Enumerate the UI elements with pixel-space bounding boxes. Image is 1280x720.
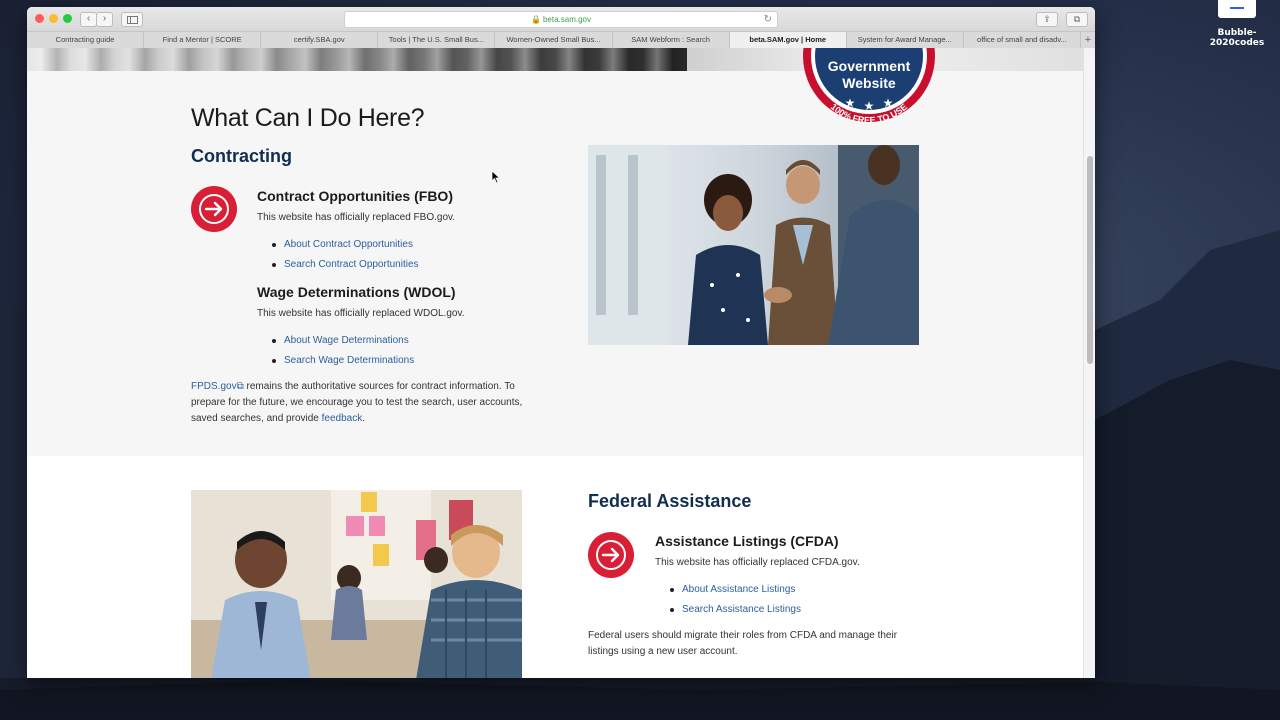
browser-window: ‹ › 🔒 beta.sam.gov ↻ ⇪ ⧉ Contracting guid… [27,7,1095,678]
about-assistance-listings-link[interactable]: About Assistance Listings [670,580,801,600]
wage-determinations-desc: This website has officially replaced WDO… [257,308,465,319]
assistance-photo [191,490,522,678]
note-end: . [362,413,366,424]
tab-women-owned[interactable]: Women-Owned Small Bus... [495,32,613,48]
note-text-1: remains the authoritative sources for co… [243,381,515,392]
about-contract-opportunities-link[interactable]: About Contract Opportunities [272,235,419,255]
reload-icon[interactable]: ↻ [764,12,772,27]
address-bar[interactable]: 🔒 beta.sam.gov ↻ [344,11,778,28]
scrollbar-thumb[interactable] [1087,156,1093,364]
page-scrollbar[interactable] [1083,48,1095,678]
tab-sam-webform[interactable]: SAM Webform : Search [613,32,730,48]
tab-contracting-guide[interactable]: Contracting guide [27,32,145,48]
page-title: What Can I Do Here? [191,104,425,132]
tab-office-small[interactable]: office of small and disadv... [964,32,1081,48]
sidebar-toggle-icon[interactable] [121,12,143,27]
search-contract-opportunities-link[interactable]: Search Contract Opportunities [272,255,419,275]
contracting-note: FPDS.gov⧉ remains the authoritative sour… [191,379,531,427]
share-icon[interactable]: ⇪ [1036,12,1058,27]
assistance-note-2: listings using a new user account. [588,646,738,657]
back-button[interactable]: ‹ [80,12,97,27]
star-icon: ★ [845,96,856,110]
star-icon: ★ [864,99,875,113]
external-link-icon: ⧉ [236,381,244,392]
fpds-link[interactable]: FPDS.gov [191,381,237,392]
wage-determinations-links: About Wage Determinations Search Wage De… [272,331,414,370]
badge-line-2: Website [842,75,896,91]
assistance-listings-desc: This website has officially replaced CFD… [655,557,860,568]
tab-system-award[interactable]: System for Award Manage... [847,32,964,48]
desktop-file-label: Bubble-2020codes [1209,28,1265,48]
search-wage-determinations-link[interactable]: Search Wage Determinations [272,351,414,371]
about-wage-determinations-link[interactable]: About Wage Determinations [272,331,414,351]
web-page: Government Website ★ ★ ★ 100% FREE TO US… [27,48,1083,678]
zoom-window-button[interactable] [63,14,72,23]
note-text-2: prepare for the future, we encourage you… [191,397,523,408]
tab-bar: Contracting guide Find a Mentor | SCORE … [27,32,1095,49]
assistance-listings-links: About Assistance Listings Search Assista… [670,580,801,619]
contracting-heading: Contracting [191,146,292,166]
badge-line-1: Government [828,58,911,74]
browser-toolbar: ‹ › 🔒 beta.sam.gov ↻ ⇪ ⧉ [27,7,1095,32]
mouse-cursor-icon [491,170,501,184]
tab-beta-sam-home[interactable]: beta.SAM.gov | Home [729,32,847,48]
contracting-section [27,71,1083,456]
contracting-photo [588,145,919,345]
assistance-listings-title: Assistance Listings (CFDA) [655,533,839,549]
tab-find-mentor[interactable]: Find a Mentor | SCORE [144,32,262,48]
show-tabs-icon[interactable]: ⧉ [1066,12,1088,27]
wage-determinations-title: Wage Determinations (WDOL) [257,284,456,300]
contract-opportunities-links: About Contract Opportunities Search Cont… [272,235,419,274]
forward-button[interactable]: › [96,12,113,27]
address-url: beta.sam.gov [542,15,591,24]
close-window-button[interactable] [35,14,44,23]
note-text-3: saved searches, and provide [191,413,322,424]
assistance-listings-arrow-icon [588,532,634,578]
federal-assistance-heading: Federal Assistance [588,491,752,511]
assistance-note-1: Federal users should migrate their roles… [588,630,898,641]
contract-opportunities-desc: This website has officially replaced FBO… [257,212,456,223]
assistance-note: Federal users should migrate their roles… [588,628,928,660]
star-icon: ★ [883,96,894,110]
search-assistance-listings-link[interactable]: Search Assistance Listings [670,600,801,620]
document-icon [1218,0,1256,18]
feedback-link[interactable]: feedback [322,413,363,424]
tab-certify-sba[interactable]: certify.SBA.gov [261,32,379,48]
lock-icon: 🔒 [531,15,541,24]
desktop-file-icon[interactable]: Bubble-2020codes [1200,0,1274,48]
minimize-window-button[interactable] [49,14,58,23]
tab-tools-sba[interactable]: Tools | The U.S. Small Bus... [378,32,496,48]
contract-opportunities-title: Contract Opportunities (FBO) [257,188,453,204]
contract-opportunities-arrow-icon [191,186,237,232]
government-website-badge: Government Website ★ ★ ★ 100% FREE TO US… [803,48,935,125]
new-tab-button[interactable]: + [1081,32,1095,48]
